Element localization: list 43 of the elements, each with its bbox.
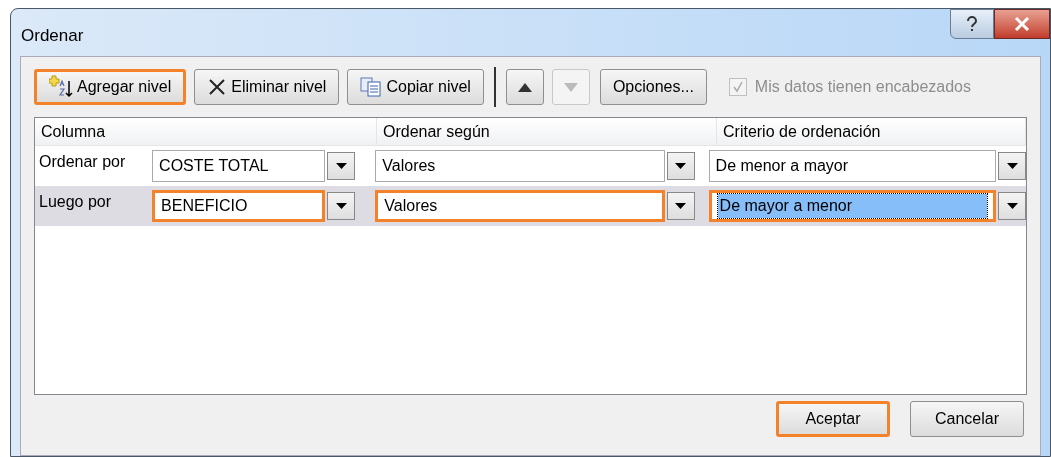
dropdown-field[interactable]: De mayor a menor xyxy=(708,190,996,222)
checkbox-label: Mis datos tienen encabezados xyxy=(754,77,971,97)
dropdown-button[interactable] xyxy=(666,152,695,180)
dropdown-field[interactable]: COSTE TOTAL xyxy=(152,150,326,182)
options-button[interactable]: Opciones... xyxy=(599,69,707,105)
window-title: Ordenar xyxy=(21,25,84,47)
dialog-button[interactable]: Aceptar xyxy=(776,401,890,437)
down-triangle-icon xyxy=(563,82,578,92)
close-button[interactable] xyxy=(994,9,1050,39)
toolbar-button[interactable]: Agregar nivel xyxy=(34,69,187,105)
close-icon xyxy=(1014,17,1030,31)
column-header: Columna xyxy=(35,118,377,145)
arrow-button[interactable] xyxy=(505,69,544,105)
toolbar-button[interactable]: Eliminar nivel xyxy=(194,69,340,105)
caret-icon xyxy=(1006,203,1018,209)
dropdown-field[interactable]: Valores xyxy=(375,190,665,222)
dropdown-field[interactable]: Valores xyxy=(375,150,665,182)
row-label: Luego por xyxy=(38,192,113,212)
question-mark-icon xyxy=(966,16,978,32)
row-label: Ordenar por xyxy=(38,152,127,172)
x-icon xyxy=(207,77,228,97)
dropdown-button[interactable] xyxy=(998,192,1026,220)
caret-icon xyxy=(675,203,687,209)
column-header: Ordenar según xyxy=(377,118,717,145)
add-sort-icon xyxy=(49,75,73,99)
caret-icon xyxy=(1006,163,1018,169)
dropdown-field[interactable]: BENEFICIO xyxy=(152,190,326,222)
dropdown-button[interactable] xyxy=(998,152,1026,180)
sort-level-row[interactable]: Luego por BENEFICIO Valores De mayor a menor xyxy=(35,186,1026,226)
dropdown-button[interactable] xyxy=(327,152,356,180)
dropdown-button[interactable] xyxy=(327,192,356,220)
dropdown-button[interactable] xyxy=(666,192,695,220)
caret-icon xyxy=(675,163,687,169)
dialog-button[interactable]: Cancelar xyxy=(910,401,1024,437)
caret-icon xyxy=(335,203,347,209)
up-triangle-icon xyxy=(517,82,532,92)
column-header: Criterio de ordenación xyxy=(717,118,1026,145)
caret-icon xyxy=(335,163,347,169)
checkmark-icon xyxy=(731,81,744,93)
dropdown-field[interactable]: De menor a mayor xyxy=(708,150,996,182)
help-button[interactable] xyxy=(950,9,994,39)
copy-icon xyxy=(360,77,383,97)
toolbar-button[interactable]: Copiar nivel xyxy=(347,69,484,105)
